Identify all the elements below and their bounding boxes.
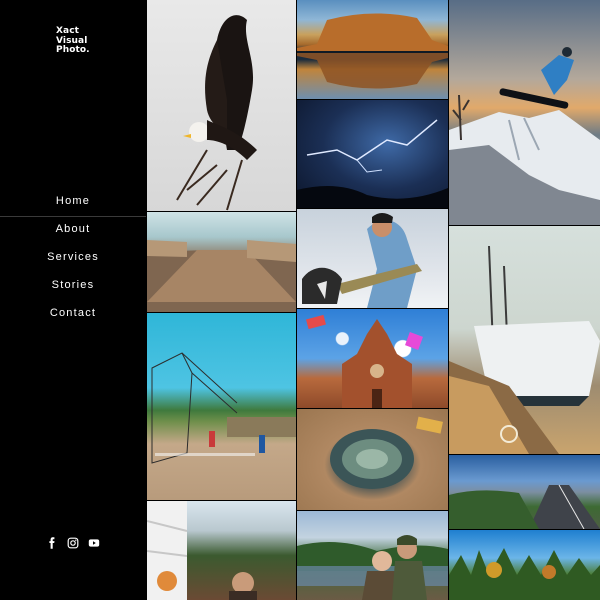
lightning-illustration [297,119,448,208]
dock-illustration [147,240,296,312]
shell-illustration [330,416,443,489]
husky-illustration [302,213,422,308]
youtube-icon[interactable] [88,537,100,549]
road-illustration [449,484,600,529]
photo-house-portrait[interactable] [147,501,296,600]
brand-logo[interactable]: Xact Visual Photo. [56,26,90,56]
nav-item-home[interactable]: Home [0,188,146,217]
baseball-illustration [151,352,296,464]
photo-couple-portrait[interactable] [297,511,448,600]
couple-illustration [297,535,448,600]
sidebar: Xact Visual Photo. Home About Services S… [0,0,146,600]
photo-coastal-road[interactable] [449,455,600,529]
boat-illustration [449,245,600,454]
snowboard-illustration [449,47,600,225]
house-illustration [147,501,257,600]
facebook-icon[interactable] [46,537,58,549]
photo-mesa-reflection[interactable] [297,0,448,99]
photo-docked-boat[interactable] [449,226,600,454]
church-illustration [306,314,423,408]
nav-item-stories[interactable]: Stories [0,272,146,300]
photo-bald-eagle[interactable] [147,0,296,211]
nav-item-services[interactable]: Services [0,244,146,272]
photo-husky-fish[interactable] [297,209,448,308]
photo-abalone-shell[interactable] [297,409,448,510]
photo-street-baseball[interactable] [147,313,296,500]
brand-line-3: Photo. [56,45,90,55]
photo-forest-autumn[interactable] [449,530,600,600]
social-links [46,537,100,549]
photo-church-facade[interactable] [297,309,448,408]
main-nav: Home About Services Stories Contact [0,188,146,328]
forest-illustration [449,548,600,600]
nav-item-contact[interactable]: Contact [0,300,146,328]
instagram-icon[interactable] [67,537,79,549]
photo-lightning-storm[interactable] [297,100,448,208]
photo-lake-dock[interactable] [147,212,296,312]
nav-item-about[interactable]: About [0,216,146,244]
mesa-illustration [297,13,448,89]
photo-snowboard-jump[interactable] [449,0,600,225]
eagle-illustration [176,15,257,211]
